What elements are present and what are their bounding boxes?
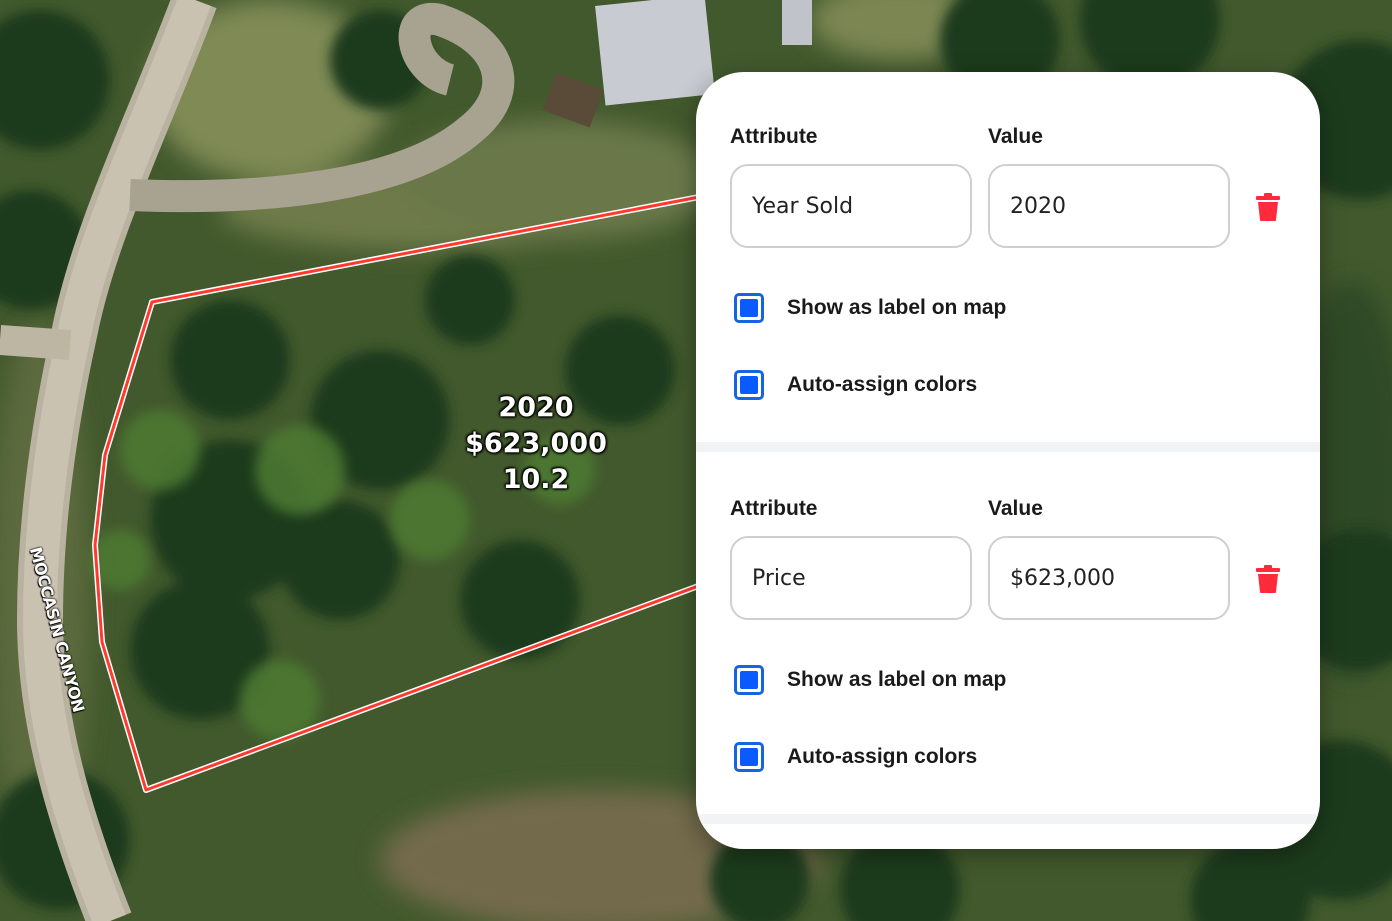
attribute-field-value: Year Sold [752, 193, 854, 219]
attribute-entry: Attribute Value Year Sold 2020 Show as l… [696, 72, 1320, 442]
value-field[interactable]: 2020 [988, 164, 1230, 248]
auto-colors-checkbox[interactable] [734, 370, 764, 400]
auto-colors-option[interactable]: Auto-assign colors [734, 739, 977, 775]
attribute-field-value: Price [752, 565, 806, 591]
value-field-value: $623,000 [1010, 565, 1115, 591]
show-label-checkbox[interactable] [734, 293, 764, 323]
show-label-text: Show as label on map [787, 668, 1007, 691]
show-label-text: Show as label on map [787, 296, 1007, 319]
trash-icon[interactable] [1256, 565, 1280, 593]
attribute-field[interactable]: Year Sold [730, 164, 972, 248]
auto-colors-text: Auto-assign colors [787, 745, 978, 768]
attribute-field[interactable]: Price [730, 536, 972, 620]
value-field-value: 2020 [1010, 193, 1066, 219]
parcel-label-line: $623,000 [465, 428, 607, 459]
parcel-label: 2020 $623,000 10.2 [436, 390, 636, 498]
map-view[interactable]: 2020 $623,000 10.2 MOCCASIN CANYON Attri… [0, 0, 1392, 921]
show-label-checkbox[interactable] [734, 665, 764, 695]
trash-icon[interactable] [1256, 193, 1280, 221]
section-divider [696, 814, 1320, 824]
attribute-header: Attribute [730, 125, 818, 148]
section-divider [696, 442, 1320, 452]
attribute-panel: Attribute Value Year Sold 2020 Show as l… [696, 72, 1320, 849]
auto-colors-text: Auto-assign colors [787, 373, 978, 396]
parcel-label-line: 2020 [498, 392, 574, 423]
auto-colors-option[interactable]: Auto-assign colors [734, 367, 977, 403]
show-label-option[interactable]: Show as label on map [734, 662, 1006, 698]
value-header: Value [988, 497, 1043, 520]
value-header: Value [988, 125, 1043, 148]
attribute-entry: Attribute Value Price $623,000 Show as l… [696, 452, 1320, 814]
value-field[interactable]: $623,000 [988, 536, 1230, 620]
parcel-label-line: 10.2 [502, 464, 570, 495]
show-label-option[interactable]: Show as label on map [734, 290, 1006, 326]
auto-colors-checkbox[interactable] [734, 742, 764, 772]
attribute-header: Attribute [730, 497, 818, 520]
